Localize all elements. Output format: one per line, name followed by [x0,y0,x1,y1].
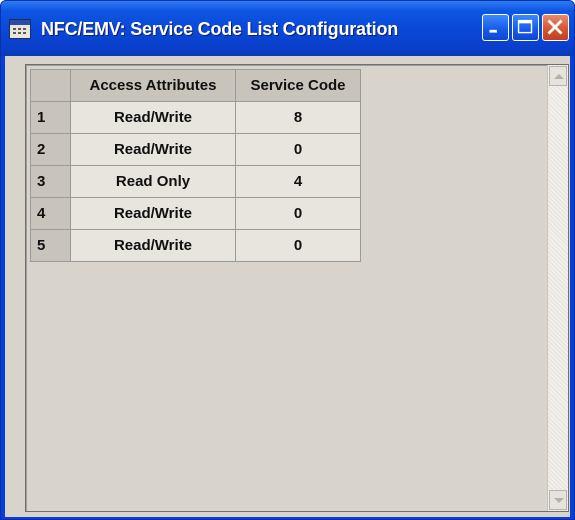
service-code-table: Access Attributes Service Code 1 Read/Wr… [30,69,361,262]
service-code-cell[interactable]: 0 [235,229,361,262]
vertical-scrollbar[interactable] [547,65,568,511]
table-row[interactable]: 4 Read/Write 0 [30,197,361,230]
table-row[interactable]: 2 Read/Write 0 [30,133,361,166]
column-header-access-attributes[interactable]: Access Attributes [70,69,236,102]
service-code-list-window: NFC/EMV: Service Code List Configuration [0,0,575,520]
row-index[interactable]: 2 [30,133,71,166]
scroll-down-button[interactable] [549,490,567,510]
service-code-cell[interactable]: 8 [235,101,361,134]
window-title: NFC/EMV: Service Code List Configuration [41,19,399,39]
table-row[interactable]: 1 Read/Write 8 [30,101,361,134]
row-index[interactable]: 1 [30,101,71,134]
arrow-down-icon [554,498,564,503]
access-attributes-cell[interactable]: Read/Write [70,133,236,166]
table-panel: Access Attributes Service Code 1 Read/Wr… [25,64,569,512]
table-window-icon[interactable] [9,19,31,39]
maximize-icon [517,19,533,34]
access-attributes-cell[interactable]: Read/Write [70,101,236,134]
row-index[interactable]: 3 [30,165,71,198]
title-bar[interactable]: NFC/EMV: Service Code List Configuration [1,1,574,56]
service-code-cell[interactable]: 0 [235,133,361,166]
row-index[interactable]: 4 [30,197,71,230]
table-row[interactable]: 3 Read Only 4 [30,165,361,198]
arrow-up-icon [554,74,564,79]
service-code-cell[interactable]: 4 [235,165,361,198]
table-header-row: Access Attributes Service Code [30,69,361,102]
service-code-cell[interactable]: 0 [235,197,361,230]
access-attributes-cell[interactable]: Read Only [70,165,236,198]
minimize-icon [489,29,497,33]
window-client-area: Access Attributes Service Code 1 Read/Wr… [5,56,570,517]
table-corner-cell [30,69,71,102]
minimize-button[interactable] [482,14,509,41]
table-row[interactable]: 5 Read/Write 0 [30,229,361,262]
row-index[interactable]: 5 [30,229,71,262]
column-header-service-code[interactable]: Service Code [235,69,361,102]
maximize-button[interactable] [512,14,539,41]
access-attributes-cell[interactable]: Read/Write [70,197,236,230]
close-icon [547,19,563,35]
close-button[interactable] [542,14,569,41]
access-attributes-cell[interactable]: Read/Write [70,229,236,262]
scroll-up-button[interactable] [549,66,567,86]
